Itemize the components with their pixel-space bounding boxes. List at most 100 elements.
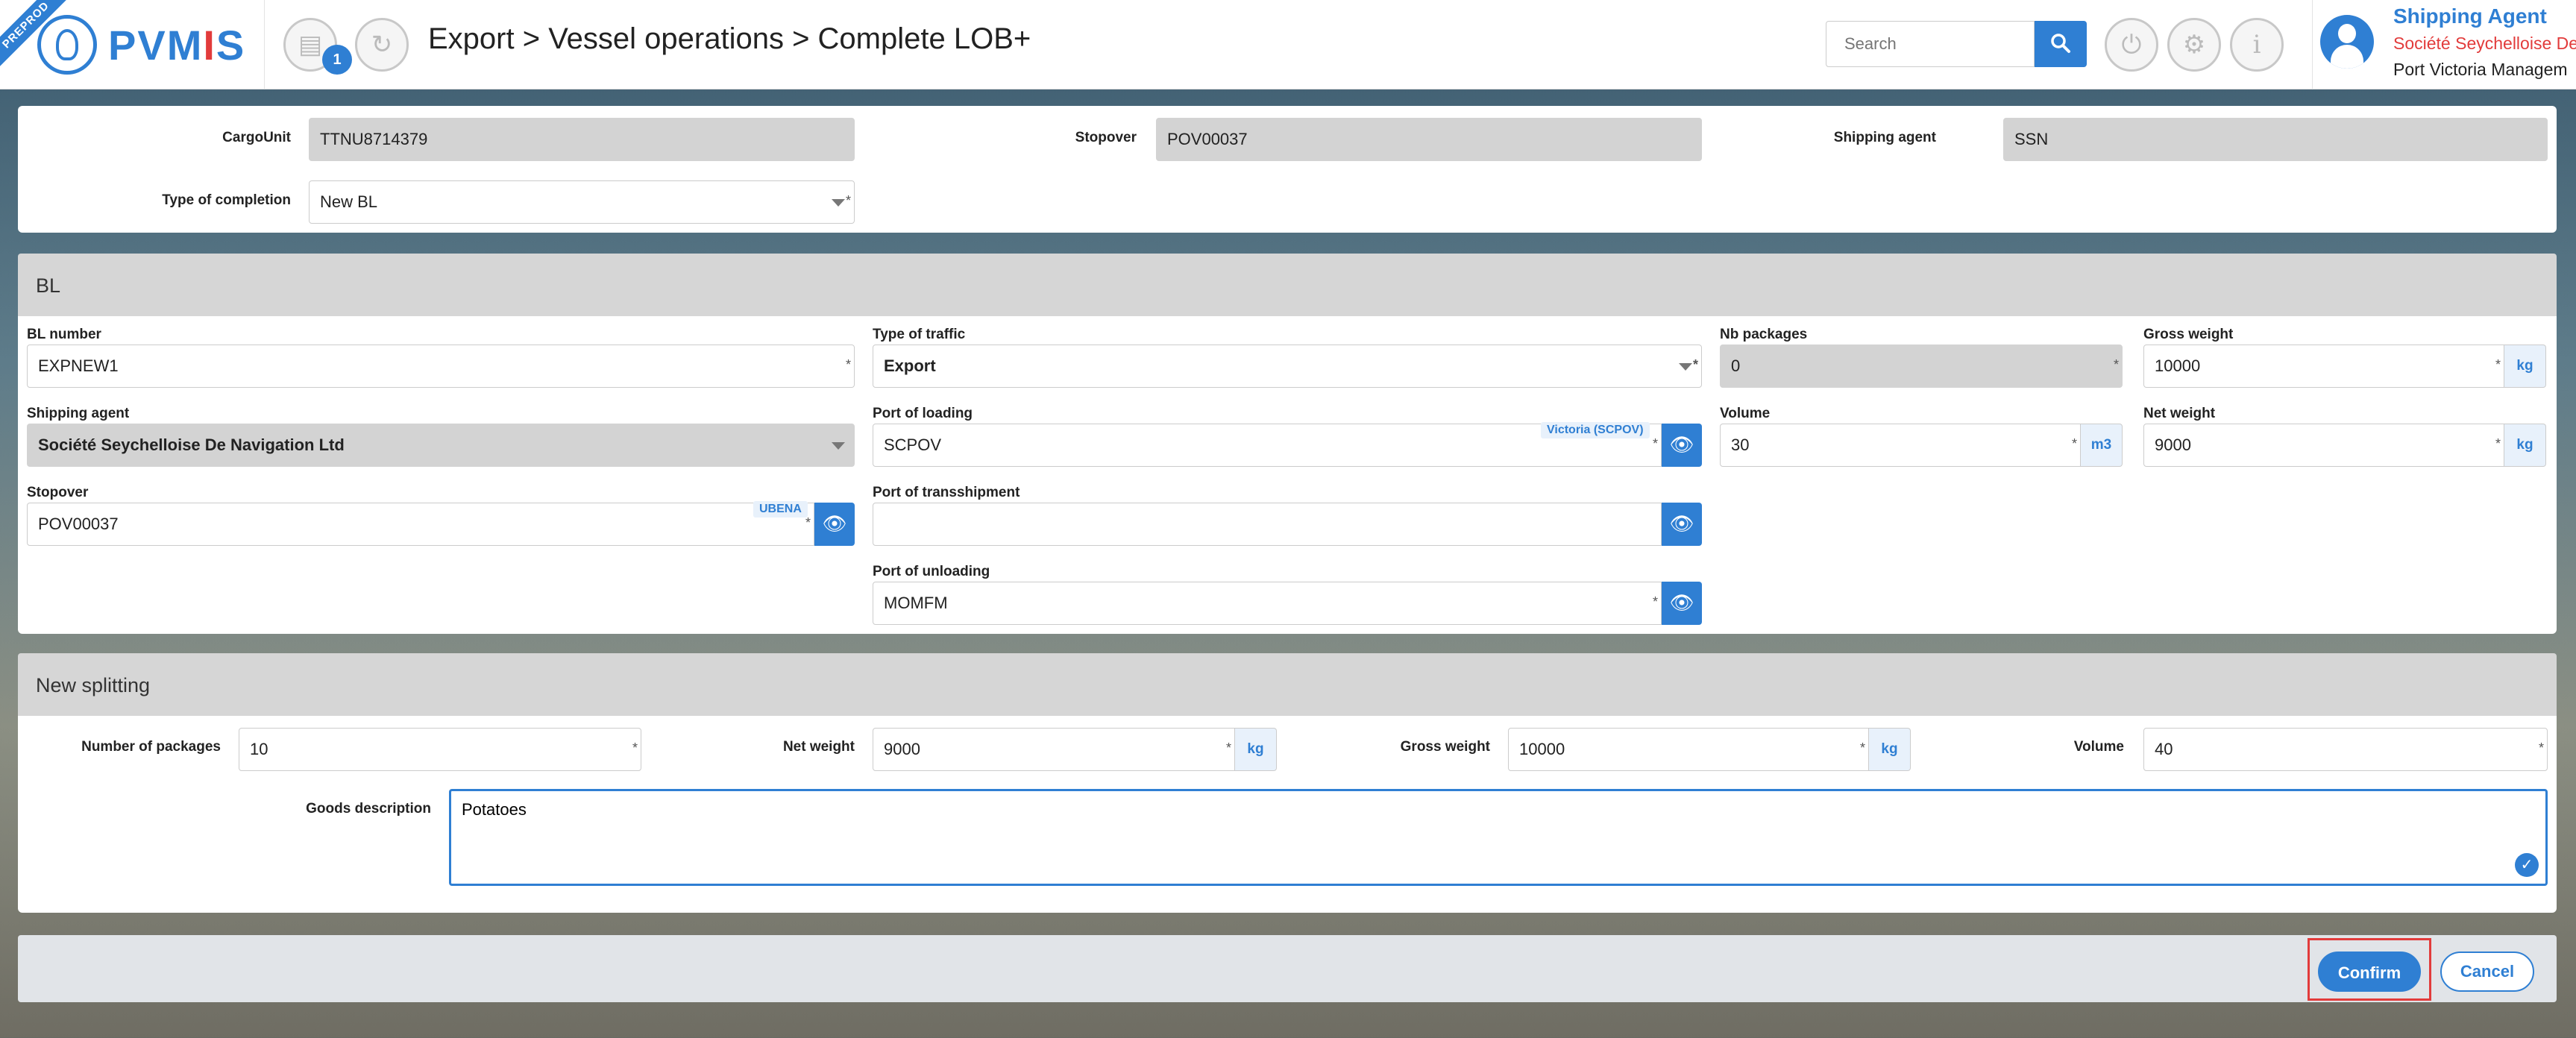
split-volume-label: Volume <box>2073 739 2124 755</box>
action-bar <box>18 935 2557 1002</box>
user-company: Société Seychelloise De <box>2393 34 2576 53</box>
eye-add-icon: 👁 <box>1669 433 1694 456</box>
split-volume-input[interactable]: 40 * <box>2143 728 2548 771</box>
settings-icon[interactable]: ⚙ <box>2167 18 2221 72</box>
split-gross-weight-value: 10000 <box>1519 740 1565 758</box>
chevron-down-icon <box>1679 363 1692 371</box>
bl-stopover-label: Stopover <box>27 485 89 500</box>
port-unloading-input[interactable]: MOMFM * <box>873 582 1662 625</box>
required-icon: * <box>2495 436 2501 451</box>
required-icon: * <box>845 357 851 372</box>
split-net-weight-label: Net weight <box>782 739 855 755</box>
split-gross-weight-label: Gross weight <box>1400 739 1490 755</box>
logo: PVMIS <box>108 22 246 69</box>
port-unloading-value: MOMFM <box>884 594 948 612</box>
nb-packages-field: 0 * <box>1720 345 2123 388</box>
split-net-weight-value: 9000 <box>884 740 920 758</box>
split-gross-weight-unit: kg <box>1869 728 1911 771</box>
port-transshipment-input[interactable] <box>873 503 1662 546</box>
stopover-label: Stopover <box>1075 130 1137 145</box>
info-icon[interactable]: i <box>2230 18 2284 72</box>
search-icon <box>2051 34 2070 53</box>
net-weight-label: Net weight <box>2143 406 2216 421</box>
required-icon: * <box>845 193 851 208</box>
gross-weight-label: Gross weight <box>2143 327 2234 342</box>
traffic-type-label: Type of traffic <box>873 327 966 342</box>
eye-add-icon: 👁 <box>822 512 847 535</box>
splitting-section-title: New splitting <box>36 674 151 696</box>
gross-weight-input[interactable]: 10000 * <box>2143 345 2504 388</box>
search-input[interactable] <box>1826 21 2035 67</box>
required-icon: * <box>2113 357 2119 372</box>
bl-number-input[interactable]: EXPNEW1 * <box>27 345 855 388</box>
cancel-button[interactable]: Cancel <box>2440 952 2534 992</box>
avatar[interactable] <box>2320 15 2374 69</box>
packages-input[interactable]: 10 * <box>239 728 641 771</box>
eye-add-icon: 👁 <box>1669 591 1694 614</box>
goods-description-textarea[interactable]: Potatoes <box>449 789 2548 886</box>
bl-shipping-agent-select: Société Seychelloise De Navigation Ltd <box>27 424 855 467</box>
port-transshipment-label: Port of transshipment <box>873 485 1020 500</box>
port-loading-lookup-button[interactable]: 👁 <box>1662 424 1702 467</box>
required-icon: * <box>632 740 638 755</box>
split-volume-value: 40 <box>2155 740 2173 758</box>
user-role: Shipping Agent <box>2393 4 2547 28</box>
logo-emblem-icon <box>37 15 97 75</box>
power-icon[interactable]: ⏻ <box>2105 18 2158 72</box>
logo-zone: PREPROD PVMIS <box>0 0 265 89</box>
chevron-down-icon <box>832 442 845 450</box>
traffic-type-select[interactable]: Export * <box>873 345 1702 388</box>
stopover-lookup-button[interactable]: 👁 <box>814 503 855 546</box>
required-icon: * <box>1859 740 1865 755</box>
nb-packages-value: 0 <box>1731 356 1741 375</box>
packages-value: 10 <box>250 740 268 758</box>
notification-badge[interactable]: 1 <box>322 45 352 75</box>
bl-section-header: BL <box>18 254 2557 316</box>
volume-input[interactable]: 30 * <box>1720 424 2081 467</box>
split-net-weight-unit: kg <box>1235 728 1277 771</box>
port-transshipment-lookup-button[interactable]: 👁 <box>1662 503 1702 546</box>
shipping-agent-label: Shipping agent <box>1833 130 1936 145</box>
stopover-tag: UBENA <box>753 501 808 518</box>
bl-shipping-agent-value: Société Seychelloise De Navigation Ltd <box>38 435 345 454</box>
packages-label: Number of packages <box>81 739 221 755</box>
port-unloading-lookup-button[interactable]: 👁 <box>1662 582 1702 625</box>
gross-weight-unit: kg <box>2504 345 2546 388</box>
bl-shipping-agent-label: Shipping agent <box>27 406 130 421</box>
traffic-type-value: Export <box>884 356 936 375</box>
user-organization: Port Victoria Managem <box>2393 60 2568 79</box>
split-net-weight-input[interactable]: 9000 * <box>873 728 1235 771</box>
required-icon: * <box>1692 357 1698 372</box>
split-gross-weight-input[interactable]: 10000 * <box>1508 728 1869 771</box>
breadcrumb: Export > Vessel operations > Complete LO… <box>428 22 1031 55</box>
completion-type-label: Type of completion <box>162 192 291 208</box>
bl-stopover-input[interactable]: POV00037 * <box>27 503 814 546</box>
splitting-section-header: New splitting <box>18 653 2557 716</box>
search-button[interactable] <box>2035 21 2087 67</box>
eye-add-icon: 👁 <box>1669 512 1694 535</box>
refresh-icon[interactable]: ↻ <box>355 18 409 72</box>
bl-section-title: BL <box>36 274 61 297</box>
user-zone[interactable]: Shipping Agent Société Seychelloise De P… <box>2312 0 2576 89</box>
gross-weight-value: 10000 <box>2155 356 2201 375</box>
required-icon: * <box>1225 740 1231 755</box>
completion-type-value: New BL <box>320 192 378 211</box>
bl-stopover-value: POV00037 <box>38 515 119 533</box>
port-loading-label: Port of loading <box>873 406 973 421</box>
required-icon: * <box>2071 436 2077 451</box>
net-weight-value: 9000 <box>2155 435 2191 454</box>
top-bar: PREPROD PVMIS ▤ 1 ↻ Export > Vessel oper… <box>0 0 2576 89</box>
confirm-button[interactable]: Confirm <box>2318 952 2421 992</box>
cargo-unit-label: CargoUnit <box>222 130 291 145</box>
net-weight-input[interactable]: 9000 * <box>2143 424 2504 467</box>
volume-unit: m3 <box>2081 424 2123 467</box>
chevron-down-icon <box>832 199 845 207</box>
nb-packages-label: Nb packages <box>1720 327 1808 342</box>
bl-number-value: EXPNEW1 <box>38 356 119 375</box>
required-icon: * <box>2538 740 2544 755</box>
bl-number-label: BL number <box>27 327 101 342</box>
required-icon: * <box>2495 357 2501 372</box>
cargo-unit-field: TTNU8714379 <box>309 118 855 161</box>
completion-type-select[interactable]: New BL * <box>309 180 855 224</box>
volume-value: 30 <box>1731 435 1750 454</box>
